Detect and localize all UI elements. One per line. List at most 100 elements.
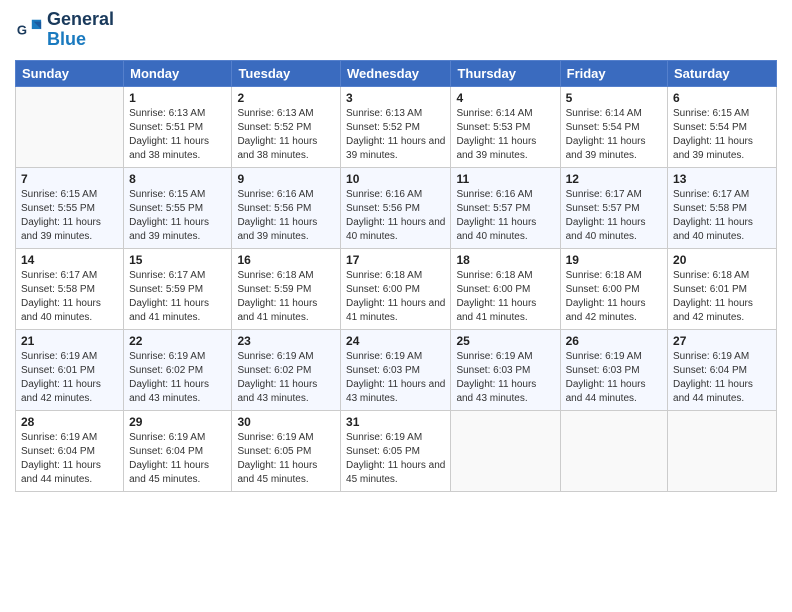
day-info: Sunrise: 6:15 AMSunset: 5:54 PMDaylight:… [673, 107, 771, 163]
calendar-cell: 11Sunrise: 6:16 AMSunset: 5:57 PMDayligh… [451, 167, 560, 248]
day-number: 12 [566, 172, 662, 186]
day-number: 24 [346, 334, 445, 348]
day-info: Sunrise: 6:19 AMSunset: 6:03 PMDaylight:… [566, 350, 662, 406]
day-info: Sunrise: 6:19 AMSunset: 6:01 PMDaylight:… [21, 350, 118, 406]
day-number: 27 [673, 334, 771, 348]
day-info: Sunrise: 6:16 AMSunset: 5:56 PMDaylight:… [346, 188, 445, 244]
day-number: 28 [21, 415, 118, 429]
header-day-sunday: Sunday [16, 60, 124, 86]
day-info: Sunrise: 6:13 AMSunset: 5:51 PMDaylight:… [129, 107, 226, 163]
day-info: Sunrise: 6:13 AMSunset: 5:52 PMDaylight:… [346, 107, 445, 163]
calendar-cell: 18 Sunrise: 6:18 AMSunset: 6:00 PMDayligh… [451, 248, 560, 329]
calendar-cell: 27 Sunrise: 6:19 AMSunset: 6:04 PMDayligh… [668, 329, 777, 410]
calendar-cell: 12Sunrise: 6:17 AMSunset: 5:57 PMDayligh… [560, 167, 667, 248]
calendar-cell: 1 Sunrise: 6:13 AMSunset: 5:51 PMDaylight… [124, 86, 232, 167]
day-info: Sunrise: 6:17 AMSunset: 5:58 PMDaylight:… [21, 269, 118, 325]
day-info: Sunrise: 6:15 AMSunset: 5:55 PMDaylight:… [129, 188, 226, 244]
calendar-cell: 23 Sunrise: 6:19 AMSunset: 6:02 PMDayligh… [232, 329, 341, 410]
calendar-cell: 15 Sunrise: 6:17 AMSunset: 5:59 PMDayligh… [124, 248, 232, 329]
calendar-cell: 10 Sunrise: 6:16 AMSunset: 5:56 PMDayligh… [341, 167, 451, 248]
day-info: Sunrise: 6:19 AMSunset: 6:02 PMDaylight:… [237, 350, 335, 406]
calendar-cell: 9 Sunrise: 6:16 AMSunset: 5:56 PMDaylight… [232, 167, 341, 248]
day-number: 25 [456, 334, 554, 348]
day-info: Sunrise: 6:18 AMSunset: 6:01 PMDaylight:… [673, 269, 771, 325]
day-info: Sunrise: 6:19 AMSunset: 6:04 PMDaylight:… [21, 431, 118, 487]
week-row-4: 21 Sunrise: 6:19 AMSunset: 6:01 PMDayligh… [16, 329, 777, 410]
header-day-friday: Friday [560, 60, 667, 86]
day-number: 30 [237, 415, 335, 429]
calendar-cell: 13Sunrise: 6:17 AMSunset: 5:58 PMDayligh… [668, 167, 777, 248]
day-info: Sunrise: 6:17 AMSunset: 5:59 PMDaylight:… [129, 269, 226, 325]
day-number: 16 [237, 253, 335, 267]
day-info: Sunrise: 6:19 AMSunset: 6:04 PMDaylight:… [673, 350, 771, 406]
calendar-cell: 26Sunrise: 6:19 AMSunset: 6:03 PMDayligh… [560, 329, 667, 410]
calendar-cell: 5Sunrise: 6:14 AMSunset: 5:54 PMDaylight… [560, 86, 667, 167]
day-info: Sunrise: 6:18 AMSunset: 6:00 PMDaylight:… [456, 269, 554, 325]
day-number: 10 [346, 172, 445, 186]
calendar-cell: 3 Sunrise: 6:13 AMSunset: 5:52 PMDaylight… [341, 86, 451, 167]
day-number: 11 [456, 172, 554, 186]
logo: G General Blue [15, 10, 114, 50]
svg-text:G: G [17, 22, 27, 37]
day-number: 29 [129, 415, 226, 429]
logo-icon: G [15, 16, 43, 44]
day-number: 1 [129, 91, 226, 105]
calendar-cell: 14 Sunrise: 6:17 AMSunset: 5:58 PMDayligh… [16, 248, 124, 329]
day-number: 22 [129, 334, 226, 348]
day-number: 9 [237, 172, 335, 186]
day-number: 14 [21, 253, 118, 267]
day-info: Sunrise: 6:15 AMSunset: 5:55 PMDaylight:… [21, 188, 118, 244]
header-day-tuesday: Tuesday [232, 60, 341, 86]
calendar-cell: 20Sunrise: 6:18 AMSunset: 6:01 PMDayligh… [668, 248, 777, 329]
day-info: Sunrise: 6:19 AMSunset: 6:03 PMDaylight:… [456, 350, 554, 406]
day-number: 3 [346, 91, 445, 105]
calendar-cell: 21 Sunrise: 6:19 AMSunset: 6:01 PMDayligh… [16, 329, 124, 410]
day-number: 31 [346, 415, 445, 429]
header-day-saturday: Saturday [668, 60, 777, 86]
calendar-cell: 24 Sunrise: 6:19 AMSunset: 6:03 PMDayligh… [341, 329, 451, 410]
calendar-cell [560, 410, 667, 491]
day-number: 18 [456, 253, 554, 267]
day-info: Sunrise: 6:18 AMSunset: 6:00 PMDaylight:… [346, 269, 445, 325]
day-number: 8 [129, 172, 226, 186]
header-row: SundayMondayTuesdayWednesdayThursdayFrid… [16, 60, 777, 86]
calendar-cell [451, 410, 560, 491]
calendar-cell [668, 410, 777, 491]
calendar-body: 1 Sunrise: 6:13 AMSunset: 5:51 PMDaylight… [16, 86, 777, 491]
header-day-wednesday: Wednesday [341, 60, 451, 86]
day-number: 2 [237, 91, 335, 105]
day-info: Sunrise: 6:16 AMSunset: 5:56 PMDaylight:… [237, 188, 335, 244]
day-number: 15 [129, 253, 226, 267]
week-row-5: 28 Sunrise: 6:19 AMSunset: 6:04 PMDayligh… [16, 410, 777, 491]
calendar-cell: 29 Sunrise: 6:19 AMSunset: 6:04 PMDayligh… [124, 410, 232, 491]
day-info: Sunrise: 6:19 AMSunset: 6:05 PMDaylight:… [237, 431, 335, 487]
page-header: G General Blue [15, 10, 777, 50]
header-day-monday: Monday [124, 60, 232, 86]
day-info: Sunrise: 6:18 AMSunset: 5:59 PMDaylight:… [237, 269, 335, 325]
day-info: Sunrise: 6:19 AMSunset: 6:03 PMDaylight:… [346, 350, 445, 406]
day-number: 13 [673, 172, 771, 186]
day-number: 4 [456, 91, 554, 105]
day-info: Sunrise: 6:14 AMSunset: 5:54 PMDaylight:… [566, 107, 662, 163]
day-info: Sunrise: 6:19 AMSunset: 6:02 PMDaylight:… [129, 350, 226, 406]
day-info: Sunrise: 6:19 AMSunset: 6:05 PMDaylight:… [346, 431, 445, 487]
day-info: Sunrise: 6:19 AMSunset: 6:04 PMDaylight:… [129, 431, 226, 487]
calendar-cell [16, 86, 124, 167]
calendar-cell: 6 Sunrise: 6:15 AMSunset: 5:54 PMDaylight… [668, 86, 777, 167]
day-number: 17 [346, 253, 445, 267]
logo-text: General Blue [47, 10, 114, 50]
calendar-cell: 7 Sunrise: 6:15 AMSunset: 5:55 PMDaylight… [16, 167, 124, 248]
day-number: 21 [21, 334, 118, 348]
day-number: 7 [21, 172, 118, 186]
week-row-1: 1 Sunrise: 6:13 AMSunset: 5:51 PMDaylight… [16, 86, 777, 167]
day-number: 6 [673, 91, 771, 105]
calendar-cell: 4Sunrise: 6:14 AMSunset: 5:53 PMDaylight… [451, 86, 560, 167]
calendar-cell: 17 Sunrise: 6:18 AMSunset: 6:00 PMDayligh… [341, 248, 451, 329]
calendar-cell: 2Sunrise: 6:13 AMSunset: 5:52 PMDaylight… [232, 86, 341, 167]
calendar-cell: 31 Sunrise: 6:19 AMSunset: 6:05 PMDayligh… [341, 410, 451, 491]
calendar-cell: 30 Sunrise: 6:19 AMSunset: 6:05 PMDayligh… [232, 410, 341, 491]
week-row-2: 7 Sunrise: 6:15 AMSunset: 5:55 PMDaylight… [16, 167, 777, 248]
calendar-cell: 19Sunrise: 6:18 AMSunset: 6:00 PMDayligh… [560, 248, 667, 329]
calendar-cell: 8 Sunrise: 6:15 AMSunset: 5:55 PMDaylight… [124, 167, 232, 248]
day-number: 23 [237, 334, 335, 348]
